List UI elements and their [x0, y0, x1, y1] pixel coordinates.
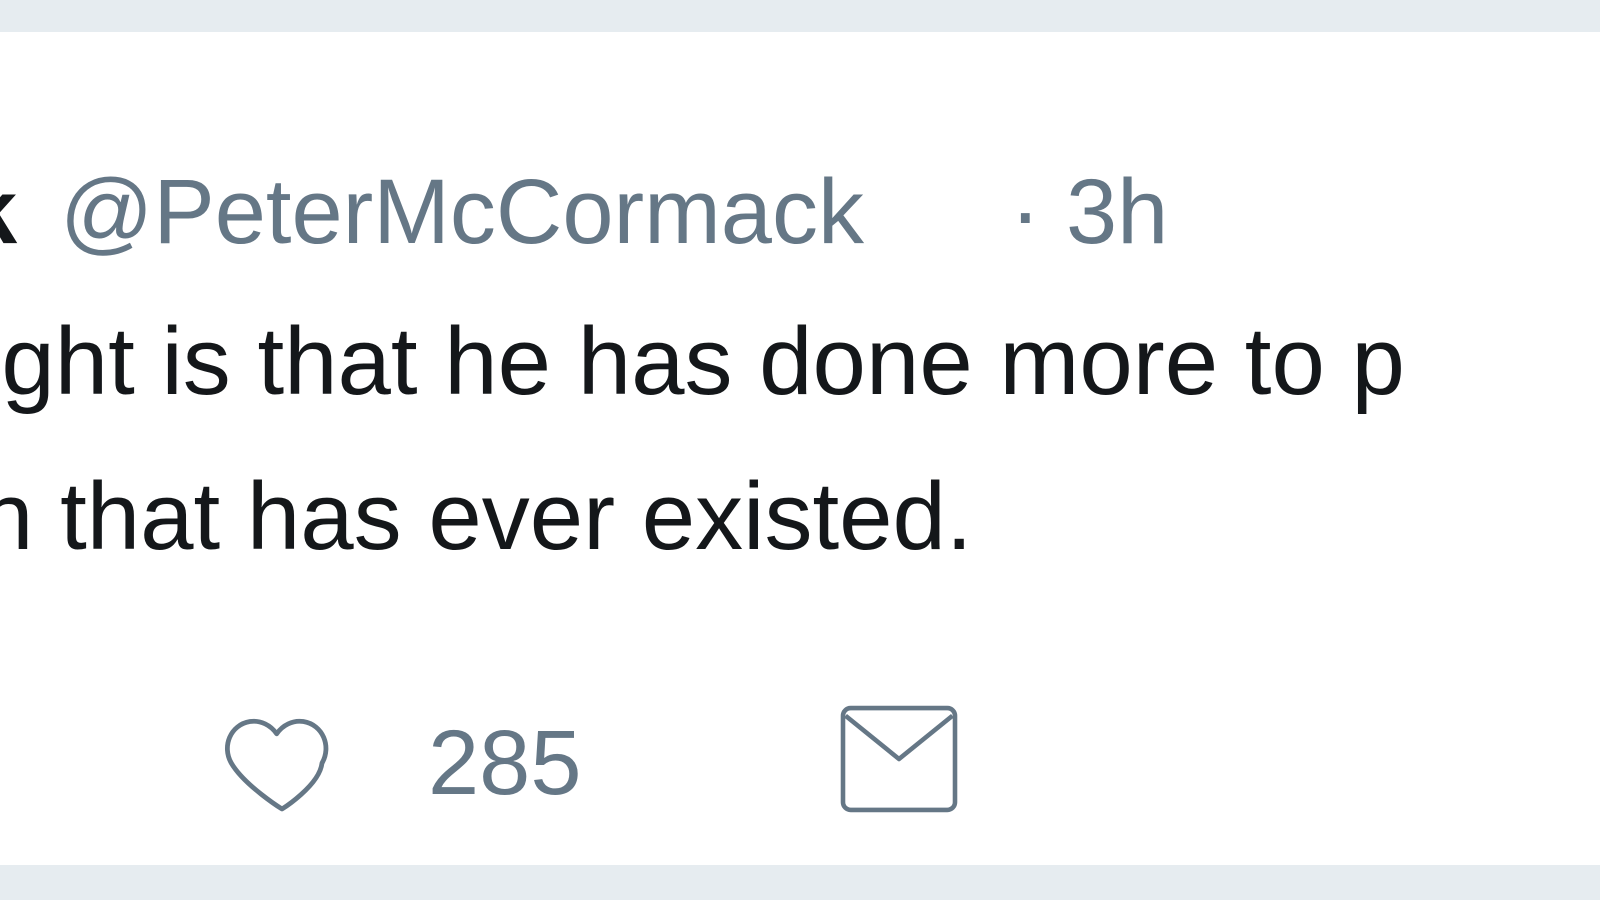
- author-name[interactable]: k: [0, 162, 17, 262]
- tweet-timestamp[interactable]: 3h: [1066, 162, 1168, 262]
- tweet-actions: 285: [0, 697, 1600, 827]
- direct-message-button[interactable]: [835, 699, 963, 819]
- envelope-icon: [840, 705, 958, 813]
- tweet-text-line-1: ight is that he has done more to p: [0, 308, 1405, 415]
- like-button[interactable]: [218, 697, 346, 825]
- tweet-text-line-2: n that has ever existed.: [0, 463, 973, 570]
- heart-outline-icon: [225, 718, 329, 812]
- tweet-card[interactable]: k @PeterMcCormack · 3h ight is that he h…: [0, 32, 1600, 865]
- like-count: 285: [428, 712, 582, 814]
- header-separator: ·: [1010, 161, 1041, 263]
- author-handle[interactable]: @PeterMcCormack: [60, 162, 864, 262]
